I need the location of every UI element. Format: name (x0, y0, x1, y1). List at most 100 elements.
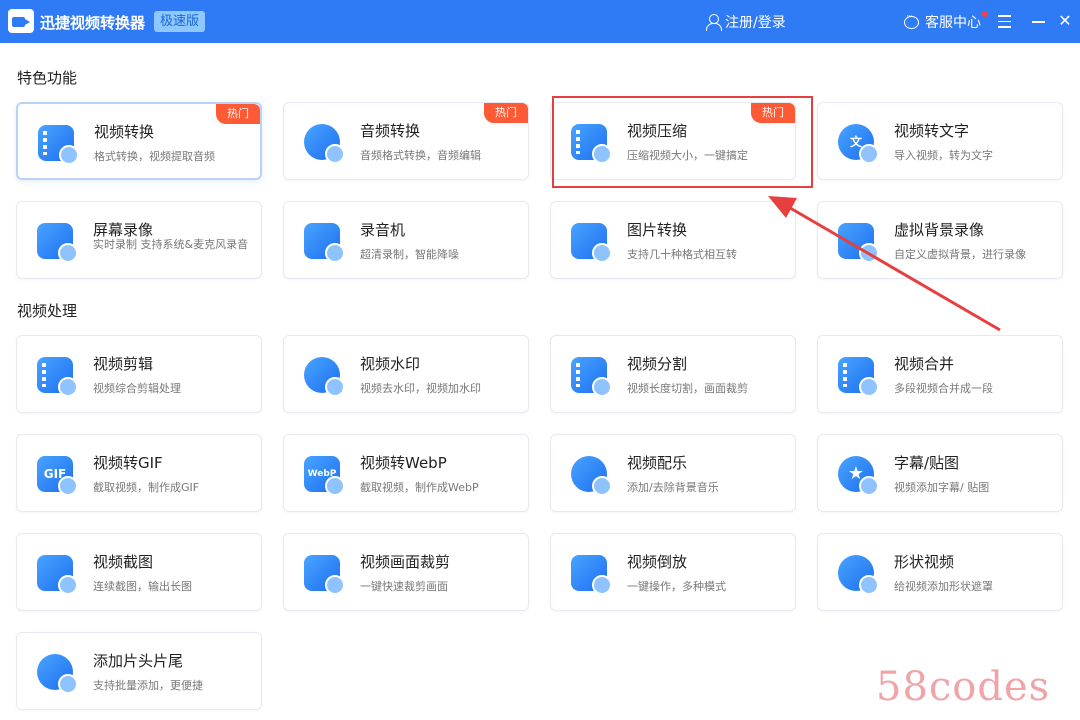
card-video-convert[interactable]: 视频转换 格式转换，视频提取音频 热门 (16, 102, 262, 180)
user-icon (706, 14, 722, 31)
card-desc: 视频综合剪辑处理 (93, 382, 181, 395)
card-video-edit[interactable]: 视频剪辑 视频综合剪辑处理 (16, 335, 262, 413)
app-title: 迅捷视频转换器 (40, 14, 146, 32)
card-title: 视频水印 (360, 355, 421, 373)
card-desc: 超清录制，智能降噪 (360, 248, 459, 261)
video-watermark-icon (304, 357, 345, 397)
title-bar: 迅捷视频转换器 极速版 注册/登录 客服中心 ✕ (0, 0, 1080, 43)
card-desc: 音频格式转换，音频编辑 (360, 149, 481, 162)
video-crop-icon (304, 555, 345, 595)
image-convert-icon (571, 223, 612, 263)
card-audio-convert[interactable]: 音频转换 音频格式转换，音频编辑 热门 (283, 102, 529, 180)
card-desc: 格式转换，视频提取音频 (94, 150, 215, 163)
card-desc: 支持批量添加，更便捷 (93, 679, 203, 692)
screen-record-icon (37, 223, 78, 263)
section-title-processing: 视频处理 (17, 302, 78, 320)
chat-icon (904, 12, 919, 29)
video-music-icon (571, 456, 612, 496)
card-title: 视频倒放 (627, 553, 688, 571)
card-title: 视频剪辑 (93, 355, 154, 373)
video-to-gif-icon: GIF (37, 456, 78, 496)
card-desc: 视频添加字幕/ 贴图 (894, 481, 990, 494)
card-title: 形状视频 (894, 553, 955, 571)
video-to-text-icon: 文 (838, 124, 879, 164)
card-desc: 一键快速裁剪画面 (360, 580, 448, 593)
close-button[interactable]: ✕ (1055, 11, 1075, 31)
card-video-watermark[interactable]: 视频水印 视频去水印，视频加水印 (283, 335, 529, 413)
hot-badge: 热门 (216, 104, 260, 124)
card-desc: 添加/去除背景音乐 (627, 481, 719, 494)
card-desc: 视频去水印，视频加水印 (360, 382, 481, 395)
card-title: 添加片头片尾 (93, 652, 184, 670)
card-video-to-text[interactable]: 文 视频转文字 导入视频，转为文字 (817, 102, 1063, 180)
highlight-box (552, 96, 813, 188)
card-title: 图片转换 (627, 221, 688, 239)
card-video-merge[interactable]: 视频合并 多段视频合并成一段 (817, 335, 1063, 413)
audio-convert-icon (304, 124, 345, 164)
section-title-featured: 特色功能 (17, 69, 78, 87)
card-title: 音频转换 (360, 122, 421, 140)
minimize-button[interactable] (1028, 11, 1048, 31)
video-split-icon (571, 357, 612, 397)
card-desc: 多段视频合并成一段 (894, 382, 993, 395)
subtitle-sticker-icon: ★ (838, 456, 879, 496)
card-title: 虚拟背景录像 (894, 221, 985, 239)
menu-icon (997, 15, 1011, 17)
card-title: 视频转WebP (360, 454, 447, 472)
card-desc: 截取视频，制作成GIF (93, 481, 200, 494)
card-title: 视频转换 (94, 123, 155, 141)
app-logo-icon (8, 9, 34, 33)
card-image-convert[interactable]: 图片转换 支持几十种格式相互转 (550, 201, 796, 279)
card-desc: 一键操作，多种模式 (627, 580, 726, 593)
video-screenshot-icon (37, 555, 78, 595)
card-desc: 截取视频，制作成WebP (360, 481, 479, 494)
card-title: 字幕/贴图 (894, 454, 960, 472)
edition-badge: 极速版 (154, 11, 206, 32)
card-screen-record[interactable]: 屏幕录像 实时录制 支持系统&麦克风录音 (16, 201, 262, 279)
card-title: 视频分割 (627, 355, 688, 373)
card-shape-video[interactable]: 形状视频 给视频添加形状遮罩 (817, 533, 1063, 611)
card-virtual-background[interactable]: 虚拟背景录像 自定义虚拟背景，进行录像 (817, 201, 1063, 279)
card-desc: 视频长度切割，画面裁剪 (627, 382, 748, 395)
virtual-background-icon (838, 223, 879, 263)
card-add-intro-outro[interactable]: 添加片头片尾 支持批量添加，更便捷 (16, 632, 262, 710)
card-title: 视频画面裁剪 (360, 553, 451, 571)
watermark-text: 58codes (876, 664, 1051, 710)
video-reverse-icon (571, 555, 612, 595)
shape-video-icon (838, 555, 879, 595)
card-title: 录音机 (360, 221, 406, 239)
card-desc: 自定义虚拟背景，进行录像 (894, 248, 1026, 261)
hot-badge: 热门 (484, 103, 528, 123)
card-title: 视频截图 (93, 553, 154, 571)
add-intro-outro-icon (37, 654, 78, 694)
card-video-to-webp[interactable]: WebP 视频转WebP 截取视频，制作成WebP (283, 434, 529, 512)
card-video-to-gif[interactable]: GIF 视频转GIF 截取视频，制作成GIF (16, 434, 262, 512)
login-button[interactable]: 注册/登录 (706, 12, 786, 32)
icon-mark: GIF (43, 467, 67, 481)
card-desc: 给视频添加形状遮罩 (894, 580, 993, 593)
login-label: 注册/登录 (725, 15, 786, 31)
customer-service-button[interactable]: 客服中心 (904, 12, 981, 32)
card-title: 视频转文字 (894, 122, 970, 140)
video-merge-icon (838, 357, 879, 397)
card-video-split[interactable]: 视频分割 视频长度切割，画面裁剪 (550, 335, 796, 413)
card-desc: 实时录制 支持系统&麦克风录音 (93, 238, 249, 251)
menu-button[interactable] (994, 11, 1014, 31)
card-title: 视频合并 (894, 355, 955, 373)
video-edit-icon (37, 357, 78, 397)
icon-mark: ★ (847, 463, 865, 484)
video-convert-icon (38, 125, 79, 165)
card-video-reverse[interactable]: 视频倒放 一键操作，多种模式 (550, 533, 796, 611)
icon-mark: 文 (849, 135, 862, 149)
card-video-crop[interactable]: 视频画面裁剪 一键快速裁剪画面 (283, 533, 529, 611)
card-desc: 导入视频，转为文字 (894, 149, 993, 162)
recorder-icon (304, 223, 345, 263)
card-video-screenshot[interactable]: 视频截图 连续截图，输出长图 (16, 533, 262, 611)
card-subtitle-sticker[interactable]: ★ 字幕/贴图 视频添加字幕/ 贴图 (817, 434, 1063, 512)
video-to-webp-icon: WebP (304, 456, 345, 496)
card-desc: 连续截图，输出长图 (93, 580, 192, 593)
card-recorder[interactable]: 录音机 超清录制，智能降噪 (283, 201, 529, 279)
minimize-icon (1031, 21, 1045, 23)
card-video-music[interactable]: 视频配乐 添加/去除背景音乐 (550, 434, 796, 512)
card-title: 视频转GIF (93, 454, 163, 472)
